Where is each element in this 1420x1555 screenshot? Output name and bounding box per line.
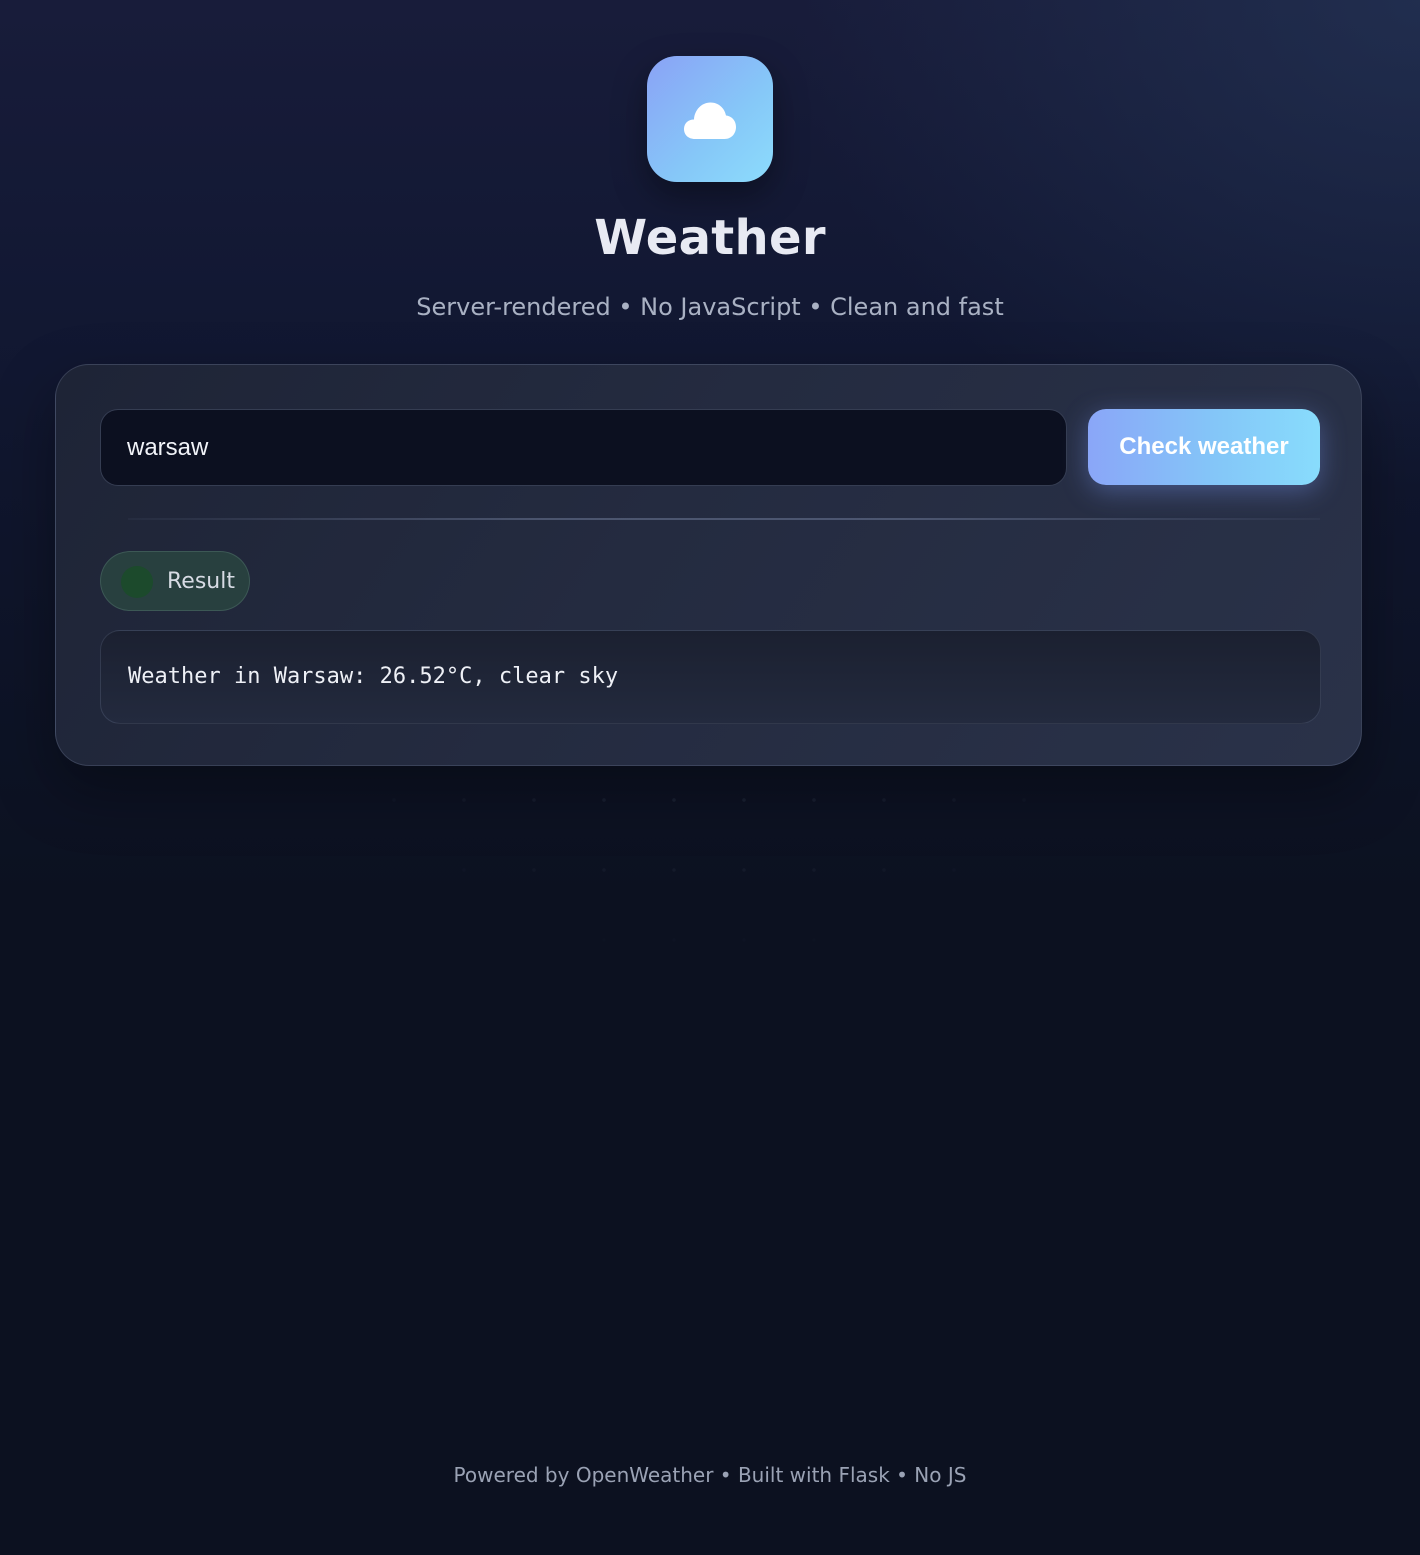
- cloud-icon: [684, 102, 736, 139]
- page-subtitle: Server-rendered • No JavaScript • Clean …: [416, 293, 1004, 321]
- page-title: Weather: [594, 210, 826, 266]
- page-header: Weather Server-rendered • No JavaScript …: [0, 56, 1420, 322]
- result-box: Weather in Warsaw: 26.52°C, clear sky: [100, 630, 1321, 724]
- app-logo: [647, 56, 773, 182]
- status-badge-label: Result: [167, 569, 235, 594]
- status-badge: Result: [100, 551, 250, 611]
- divider: [128, 518, 1320, 520]
- city-input[interactable]: [100, 409, 1067, 486]
- weather-card: Check weather Result Weather in Warsaw: …: [55, 364, 1362, 766]
- check-weather-button[interactable]: Check weather: [1088, 409, 1320, 485]
- result-text: Weather in Warsaw: 26.52°C, clear sky: [128, 664, 619, 689]
- footer-text: Powered by OpenWeather • Built with Flas…: [453, 1463, 967, 1487]
- status-dot-icon: [121, 566, 153, 598]
